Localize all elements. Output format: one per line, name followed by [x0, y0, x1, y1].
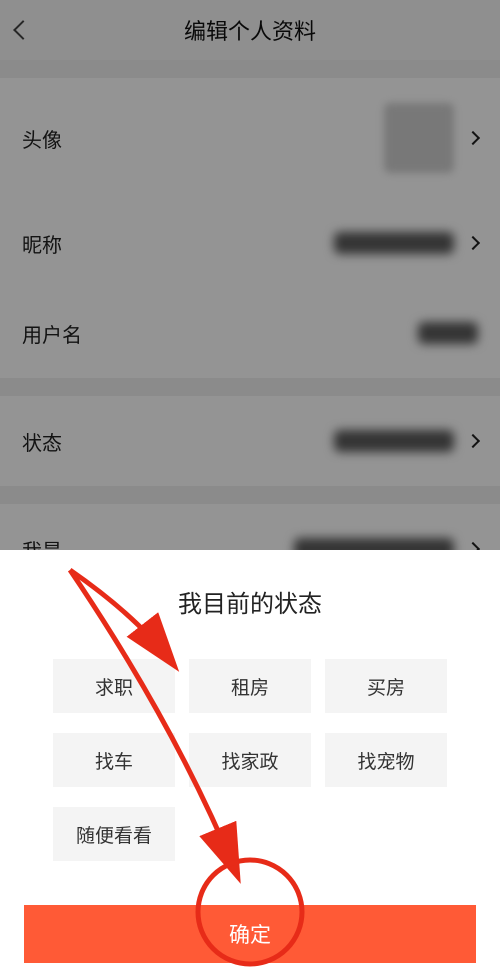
status-picker-sheet: 我目前的状态 求职 租房 买房 找车 找家政 找宠物 随便看看 确定 [0, 550, 500, 969]
status-option-pet[interactable]: 找宠物 [325, 733, 447, 787]
status-option-housekeeping[interactable]: 找家政 [189, 733, 311, 787]
status-options-grid: 求职 租房 买房 找车 找家政 找宠物 随便看看 [0, 659, 500, 861]
status-option-buyhouse[interactable]: 买房 [325, 659, 447, 713]
status-option-jobseek[interactable]: 求职 [53, 659, 175, 713]
status-option-rent[interactable]: 租房 [189, 659, 311, 713]
sheet-title: 我目前的状态 [0, 584, 500, 619]
status-option-car[interactable]: 找车 [53, 733, 175, 787]
status-option-browsing[interactable]: 随便看看 [53, 807, 175, 861]
confirm-button[interactable]: 确定 [24, 905, 476, 963]
